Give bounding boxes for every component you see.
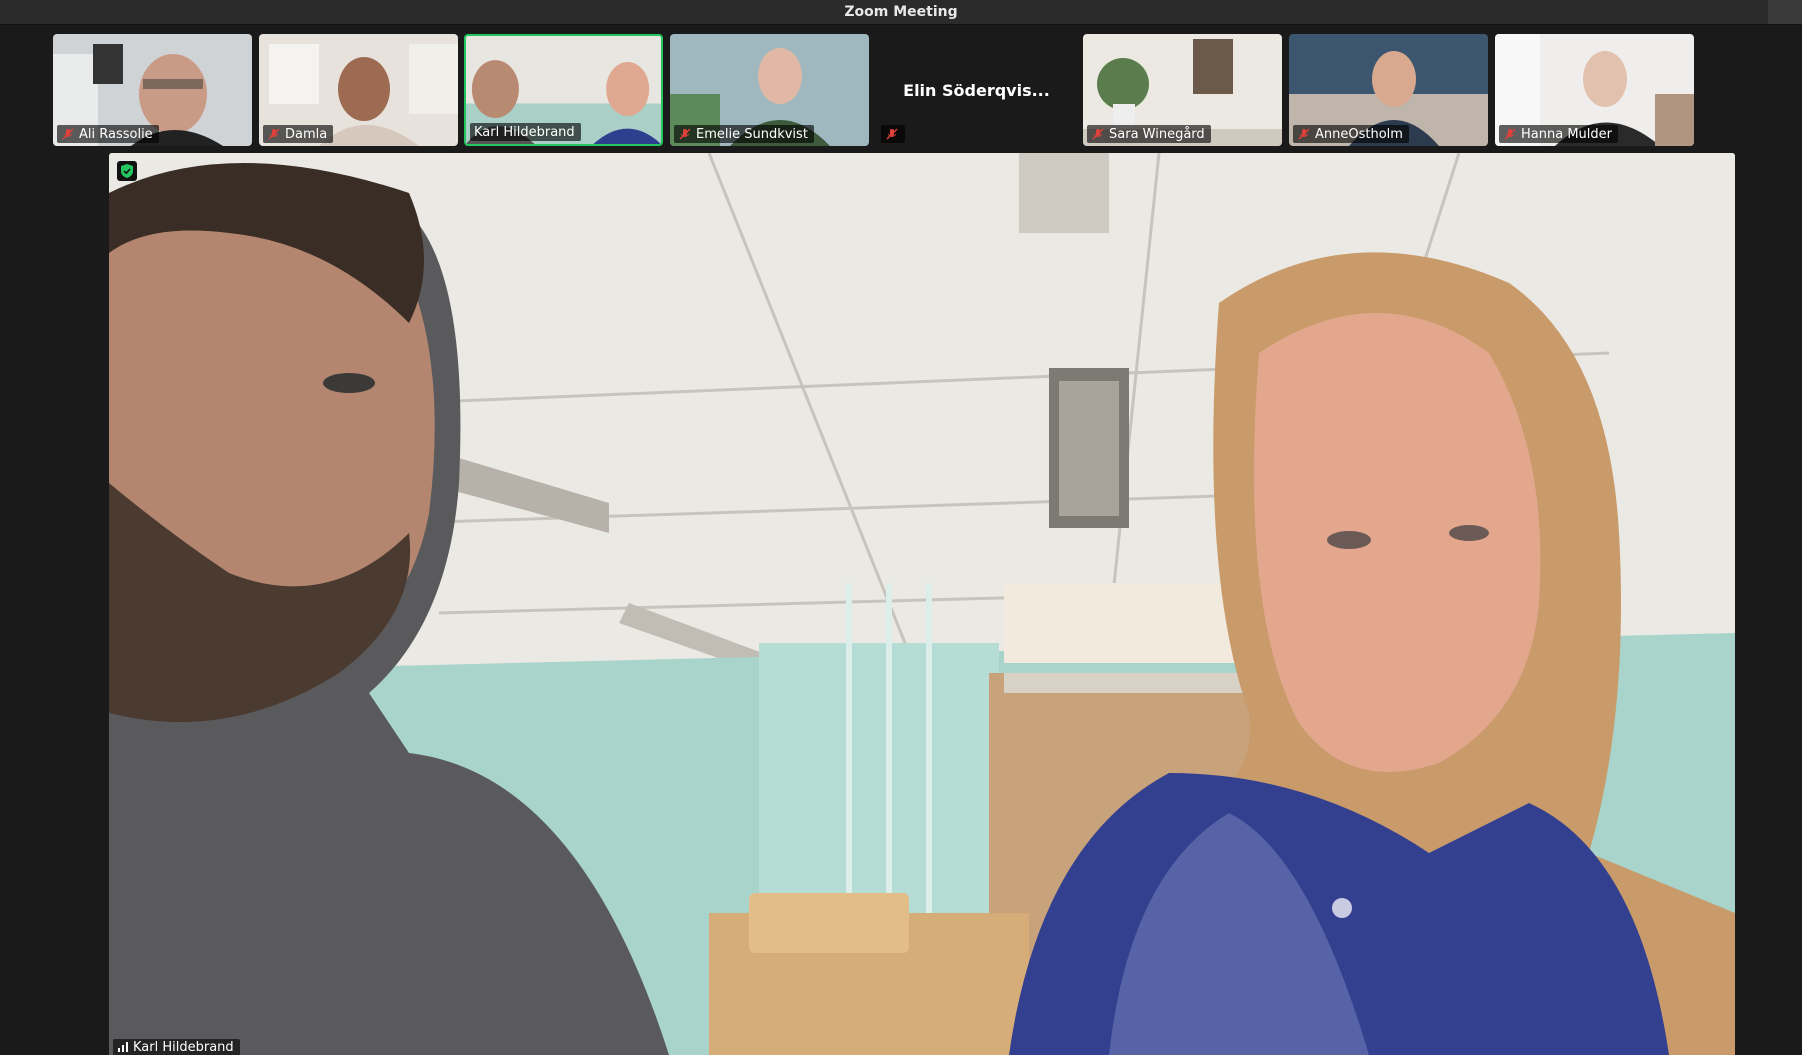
participant-tile-anneostholm[interactable]: AnneOstholm: [1289, 34, 1488, 146]
name-label: Damla: [263, 125, 334, 143]
name-label: [881, 125, 905, 143]
main-speaker-video[interactable]: Karl Hildebrand: [109, 153, 1735, 1055]
name-label: Hanna Mulder: [1499, 125, 1618, 143]
mic-muted-icon: [886, 128, 898, 140]
speaker-name-label: Karl Hildebrand: [113, 1039, 240, 1055]
mic-muted-icon: [268, 128, 280, 140]
speaker-video-frame: [109, 153, 1735, 1055]
participant-name-center: Elin Söderqvis...: [903, 80, 1050, 100]
window-title: Zoom Meeting: [844, 4, 958, 20]
participant-tile-elin-soderqvist[interactable]: Elin Söderqvis...: [877, 34, 1076, 146]
participant-name: Emelie Sundkvist: [696, 126, 808, 142]
name-label: Ali Rassolie: [57, 125, 159, 143]
signal-bars-icon: [118, 1042, 128, 1052]
title-bar: Zoom Meeting: [0, 0, 1802, 25]
name-label: Emelie Sundkvist: [674, 125, 814, 143]
mic-muted-icon: [1092, 128, 1104, 140]
participant-name: AnneOstholm: [1315, 126, 1403, 142]
participant-name: Ali Rassolie: [79, 126, 153, 142]
participant-name: Damla: [285, 126, 328, 142]
speaker-name: Karl Hildebrand: [133, 1039, 234, 1055]
mic-muted-icon: [679, 128, 691, 140]
participant-name: Hanna Mulder: [1521, 126, 1612, 142]
name-label: Karl Hildebrand: [470, 123, 581, 141]
participant-tile-hanna-mulder[interactable]: Hanna Mulder: [1495, 34, 1694, 146]
encryption-shield-icon[interactable]: [117, 161, 137, 181]
mic-muted-icon: [62, 128, 74, 140]
mic-muted-icon: [1298, 128, 1310, 140]
name-label: AnneOstholm: [1293, 125, 1409, 143]
window-control-button[interactable]: [1768, 0, 1802, 24]
participant-name: Sara Winegård: [1109, 126, 1205, 142]
participant-tile-emelie-sundkvist[interactable]: Emelie Sundkvist: [670, 34, 869, 146]
participant-tile-sara-winegard[interactable]: Sara Winegård: [1083, 34, 1282, 146]
mic-muted-icon: [1504, 128, 1516, 140]
participant-tile-ali-rassolie[interactable]: Ali Rassolie: [53, 34, 252, 146]
participant-tile-karl-hildebrand[interactable]: Karl Hildebrand: [464, 34, 663, 146]
participant-name: Karl Hildebrand: [474, 124, 575, 140]
participant-tile-damla[interactable]: Damla: [259, 34, 458, 146]
participant-strip: Ali Rassolie Damla Karl Hildebrand Emeli…: [0, 34, 1802, 148]
name-label: Sara Winegård: [1087, 125, 1211, 143]
